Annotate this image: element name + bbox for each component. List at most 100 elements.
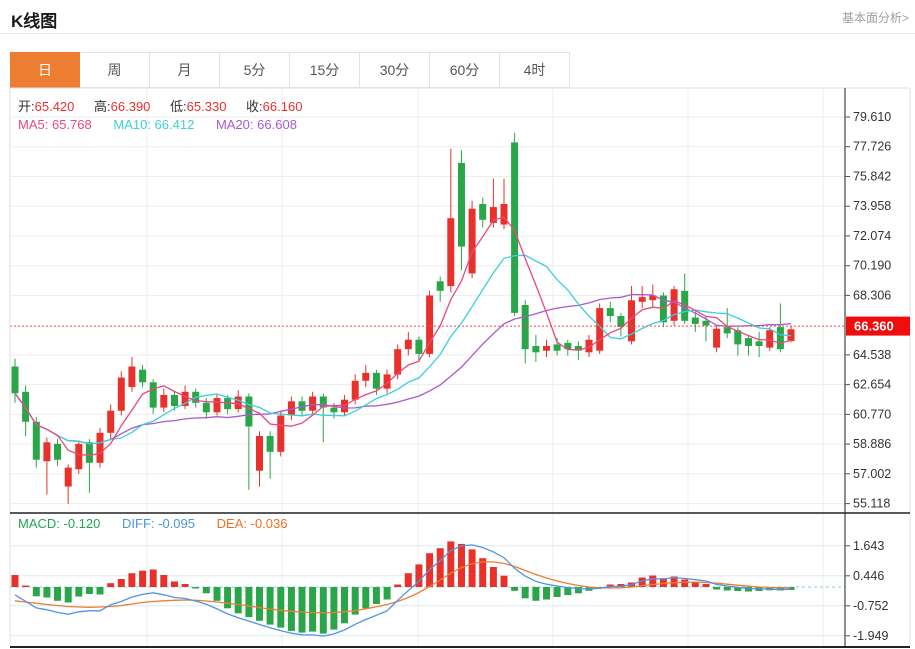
macd-bar (245, 587, 252, 617)
candle-body (277, 416, 284, 452)
macd-bar (54, 587, 61, 601)
macd-bar (256, 587, 263, 621)
diff-pair: DIFF: -0.095 (122, 516, 195, 531)
candle-body (607, 308, 614, 316)
candle-body (214, 398, 221, 412)
ohlc-legend: 开:65.420 高:66.390 低:65.330 收:66.160 (18, 96, 318, 115)
candle-body (54, 444, 61, 460)
price-tick-label: 73.958 (853, 199, 891, 213)
candle-body (373, 373, 380, 389)
macd-bar (235, 587, 242, 613)
macd-bar (203, 587, 210, 593)
macd-bar (33, 587, 40, 596)
candle-body (235, 397, 242, 410)
diff-line (15, 545, 791, 636)
macd-bar (128, 573, 135, 587)
candle-body (703, 321, 710, 326)
candle-body (245, 397, 252, 427)
candle-body (415, 340, 422, 354)
candle-body (107, 411, 114, 433)
candle-body (447, 218, 454, 286)
price-tick-label: 55.118 (853, 497, 890, 511)
candle-body (203, 403, 210, 413)
macd-bar (86, 587, 93, 594)
candle-body (437, 281, 444, 291)
candle-body (12, 367, 19, 394)
macd-bar (65, 587, 72, 603)
macd-bar (288, 587, 295, 631)
close-pair: 收:66.160 (246, 99, 302, 114)
macd-bar (373, 587, 380, 604)
candle-body (33, 422, 40, 460)
kline-widget: K线图 基本面分析> 日 周 月 5分 15分 30分 60分 4时 79.61… (0, 0, 915, 649)
macd-bar (139, 571, 146, 587)
macd-bar (192, 587, 199, 589)
macd-legend: MACD: -0.120 DIFF: -0.095 DEA: -0.036 (18, 516, 305, 531)
macd-bar (214, 587, 221, 601)
macd-bar (511, 587, 518, 591)
current-price-tag-label: 66.360 (854, 319, 894, 334)
ma5-pair: MA5: 65.768 (18, 117, 92, 132)
macd-bar (532, 587, 539, 601)
macd-bar (182, 584, 189, 587)
candle-body (639, 297, 646, 302)
candle-body (692, 318, 699, 324)
price-tick-label: 79.610 (853, 110, 891, 124)
macd-bar (458, 544, 465, 587)
macd-tick-label: -0.752 (853, 599, 888, 613)
ma20-pair: MA20: 66.608 (216, 117, 297, 132)
price-tick-label: 70.190 (853, 259, 891, 273)
candle-body (766, 330, 773, 347)
candle-body (713, 329, 720, 348)
macd-bar (299, 587, 306, 633)
price-tick-label: 58.886 (853, 437, 891, 451)
candle-body (267, 436, 274, 452)
macd-bar (724, 587, 731, 591)
macd-bar (362, 587, 369, 608)
candle-body (118, 378, 125, 411)
high-pair: 高:66.390 (94, 99, 150, 114)
macd-bar (224, 587, 231, 608)
candle-body (150, 382, 157, 407)
candle-body (777, 327, 784, 349)
macd-bar (713, 587, 720, 590)
candle-body (362, 373, 369, 381)
macd-bar (394, 585, 401, 588)
open-pair: 开:65.420 (18, 99, 74, 114)
macd-bar (267, 587, 274, 625)
ma10-pair: MA10: 66.412 (113, 117, 194, 132)
price-tick-label: 60.770 (853, 407, 891, 421)
candle-body (330, 408, 337, 413)
macd-bar (447, 541, 454, 587)
candle-body (543, 346, 550, 351)
candle-body (139, 370, 146, 383)
price-tick-label: 57.002 (853, 467, 891, 481)
macd-bar (309, 587, 316, 632)
macd-bar (384, 587, 391, 600)
macd-bar (107, 583, 114, 587)
ma-legend: MA5: 65.768 MA10: 66.412 MA20: 66.608 (18, 117, 315, 132)
macd-bar (320, 587, 327, 634)
macd-bar (469, 549, 476, 587)
candle-body (352, 381, 359, 400)
candle-body (745, 338, 752, 346)
macd-bar (118, 579, 125, 587)
candle-body (532, 346, 539, 352)
candle-body (160, 395, 167, 408)
candle-body (97, 433, 104, 463)
macd-bar (341, 587, 348, 623)
price-tick-label: 68.306 (853, 288, 891, 302)
candle-body (479, 204, 486, 220)
candle-body (458, 163, 465, 247)
macd-bar (330, 587, 337, 630)
price-tick-label: 75.842 (853, 170, 891, 184)
macd-bar (22, 586, 29, 588)
macd-bar (160, 575, 167, 587)
ma5-line (15, 217, 791, 455)
candle-body (469, 209, 476, 274)
price-tick-label: 77.726 (853, 140, 891, 154)
macd-bar (97, 587, 104, 595)
candle-body (171, 395, 178, 406)
macd-pair: MACD: -0.120 (18, 516, 100, 531)
macd-bar (554, 587, 561, 597)
